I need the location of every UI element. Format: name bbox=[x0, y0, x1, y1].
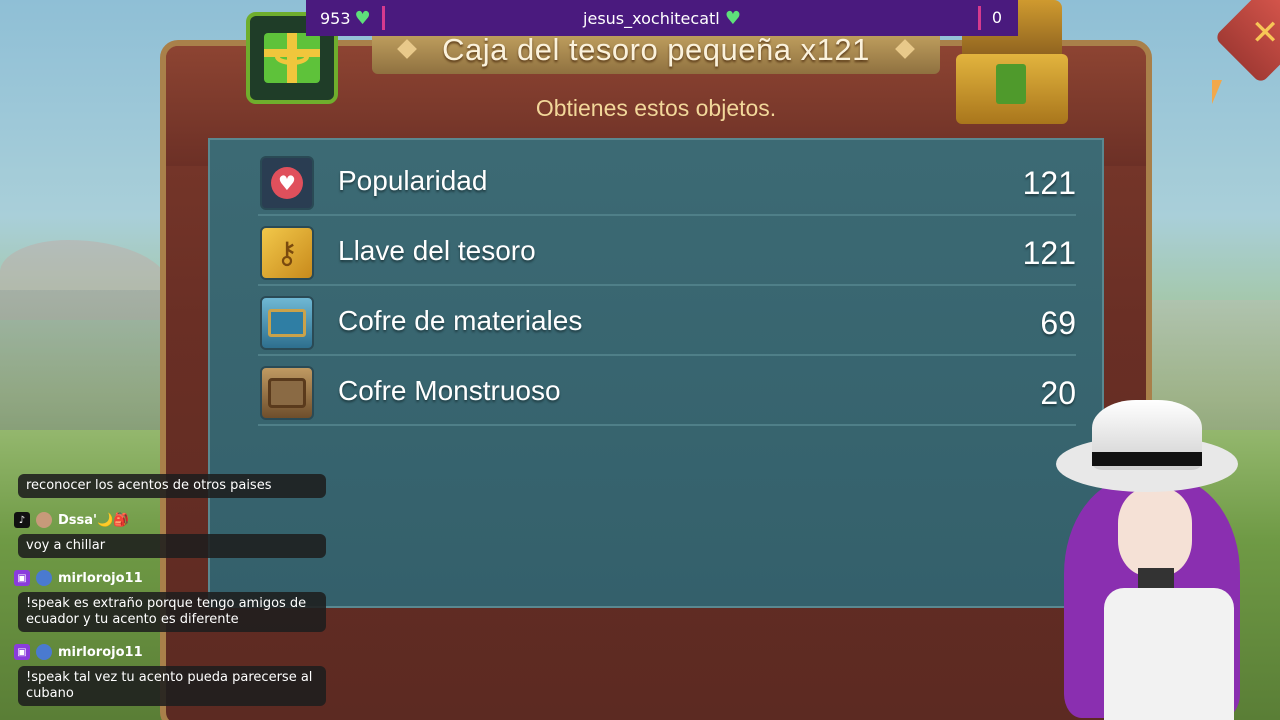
chat-message: !speak tal vez tu acento pueda parecerse… bbox=[18, 666, 326, 706]
reward-row: Cofre de materiales 69 bbox=[258, 286, 1076, 356]
dialog-subtitle: Obtienes estos objetos. bbox=[535, 95, 777, 121]
streamer-name: jesus_xochitecatl ♥ bbox=[306, 8, 1018, 29]
reward-list: ♥ Popularidad 121 ⚷ Llave del tesoro 121… bbox=[208, 138, 1104, 608]
reward-quantity: 69 bbox=[1040, 305, 1076, 341]
chat-username: mirlorojo11 bbox=[58, 570, 143, 586]
reward-name: Cofre Monstruoso bbox=[338, 375, 561, 406]
background-ruin-left bbox=[0, 290, 170, 430]
user-icon bbox=[36, 570, 52, 586]
twitch-icon: ▣ bbox=[14, 570, 30, 586]
mouse-cursor-icon bbox=[1212, 80, 1232, 104]
reward-name: Llave del tesoro bbox=[338, 235, 536, 266]
divider bbox=[978, 6, 981, 30]
right-counter: 0 bbox=[991, 8, 1002, 27]
green-heart-icon: ♥ bbox=[724, 8, 741, 29]
twitch-icon: ▣ bbox=[14, 644, 30, 660]
close-button[interactable]: ✕ bbox=[1214, 0, 1280, 84]
chat-message: voy a chillar bbox=[18, 534, 326, 558]
chat-author: ▣ mirlorojo11 bbox=[14, 642, 143, 662]
reward-row: ⚷ Llave del tesoro 121 bbox=[258, 216, 1076, 286]
chat-author: ▣ mirlorojo11 bbox=[14, 568, 143, 588]
diamond-ornament-icon bbox=[397, 39, 417, 59]
diamond-ornament-icon bbox=[895, 39, 915, 59]
chat-username: Dssa'🌙🎒 bbox=[58, 512, 130, 528]
reward-row: Cofre Monstruoso 20 bbox=[258, 356, 1076, 426]
vtuber-avatar bbox=[1056, 398, 1280, 720]
reward-quantity: 121 bbox=[1022, 235, 1076, 271]
avatar bbox=[36, 512, 52, 528]
user-icon bbox=[36, 644, 52, 660]
monster-chest-icon bbox=[260, 366, 314, 420]
key-icon: ⚷ bbox=[260, 226, 314, 280]
reward-name: Popularidad bbox=[338, 165, 488, 196]
stream-top-bar: 953 ♥ jesus_xochitecatl ♥ 0 bbox=[306, 0, 1018, 36]
reward-quantity: 121 bbox=[1022, 165, 1076, 201]
chat-message: reconocer los acentos de otros paises bbox=[18, 474, 326, 498]
chat-username: mirlorojo11 bbox=[58, 644, 143, 660]
username: jesus_xochitecatl bbox=[583, 9, 720, 28]
chat-message: !speak es extraño porque tengo amigos de… bbox=[18, 592, 326, 632]
tiktok-icon: ♪ bbox=[14, 512, 30, 528]
chat-author: ♪ Dssa'🌙🎒 bbox=[14, 510, 129, 530]
heart-icon: ♥ bbox=[260, 156, 314, 210]
dialog-title: Caja del tesoro pequeña x121 bbox=[442, 32, 870, 67]
reward-name: Cofre de materiales bbox=[338, 305, 583, 336]
close-icon: ✕ bbox=[1250, 12, 1280, 53]
reward-row: ♥ Popularidad 121 bbox=[258, 146, 1076, 216]
materials-chest-icon bbox=[260, 296, 314, 350]
